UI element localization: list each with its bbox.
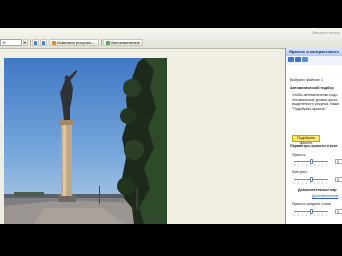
edit-picture-button[interactable]: Изменить рисунки... [49,39,99,46]
selected-files-text: Выбрано файлов: 1 [290,78,324,82]
contrast-slider-thumb[interactable] [309,177,313,182]
midtone-label: Яркость средних тонов [292,202,331,206]
toolbar-separator [30,39,31,46]
zoom-dropdown-button[interactable]: ▾ [23,39,28,46]
brightness-value-field[interactable]: 0 [335,159,342,164]
brightness-ticks [294,164,328,166]
brightness-label: Яркость [292,153,306,157]
rotate-right-button[interactable] [40,39,47,46]
params-section-title: Параметры яркости и конт [290,144,338,148]
autocorrect-button[interactable]: Автоизменение [103,39,143,46]
toolbar-separator [101,39,102,46]
task-pane: Яркость и контрастность Выбрано файлов: … [285,48,342,224]
contrast-ticks [294,182,328,184]
midtone-ticks [294,214,328,216]
auto-desc-line: "Подобрать яркость". [292,106,328,111]
back-icon[interactable] [288,57,294,62]
midtone-value-field[interactable]: 0 [335,209,342,214]
rotate-left-button[interactable] [32,39,39,46]
midtone-slider-thumb[interactable] [309,209,313,214]
rotate-right-icon [42,40,45,45]
contrast-value-field[interactable]: 0 [335,177,342,182]
autocorrect-label: Автоизменение [111,40,140,45]
zoom-field[interactable]: % [0,39,22,46]
picture-preview[interactable] [4,58,167,224]
help-search-hint[interactable]: Введите вопро [313,30,341,35]
forward-icon[interactable] [295,57,301,62]
chevron-down-icon: ▾ [24,40,27,45]
preview-background [167,58,285,224]
autocorrect-icon [106,40,110,45]
auto-section-title: Автоматический подбор [290,86,334,90]
home-icon[interactable] [302,57,308,62]
edit-picture-icon [52,40,56,45]
extra-settings-link[interactable]: Дополнительны [312,194,338,199]
monument-photo [4,58,167,224]
picture-manager-window: Введите вопро % ▾ Изменить рисунки... Ав… [0,28,342,224]
extra-section-title: Дополнительные пар [298,188,337,192]
auto-brightness-button[interactable]: Подобрать яркость [292,135,320,145]
edit-picture-label: Изменить рисунки... [57,40,95,45]
contrast-label: Контраст [292,170,308,174]
rotate-left-icon [34,40,37,45]
task-pane-nav [286,56,342,65]
task-pane-title: Яркость и контрастность [286,48,342,56]
toolbar: Введите вопро % ▾ Изменить рисунки... Ав… [0,28,342,49]
brightness-slider-thumb[interactable] [309,159,313,164]
